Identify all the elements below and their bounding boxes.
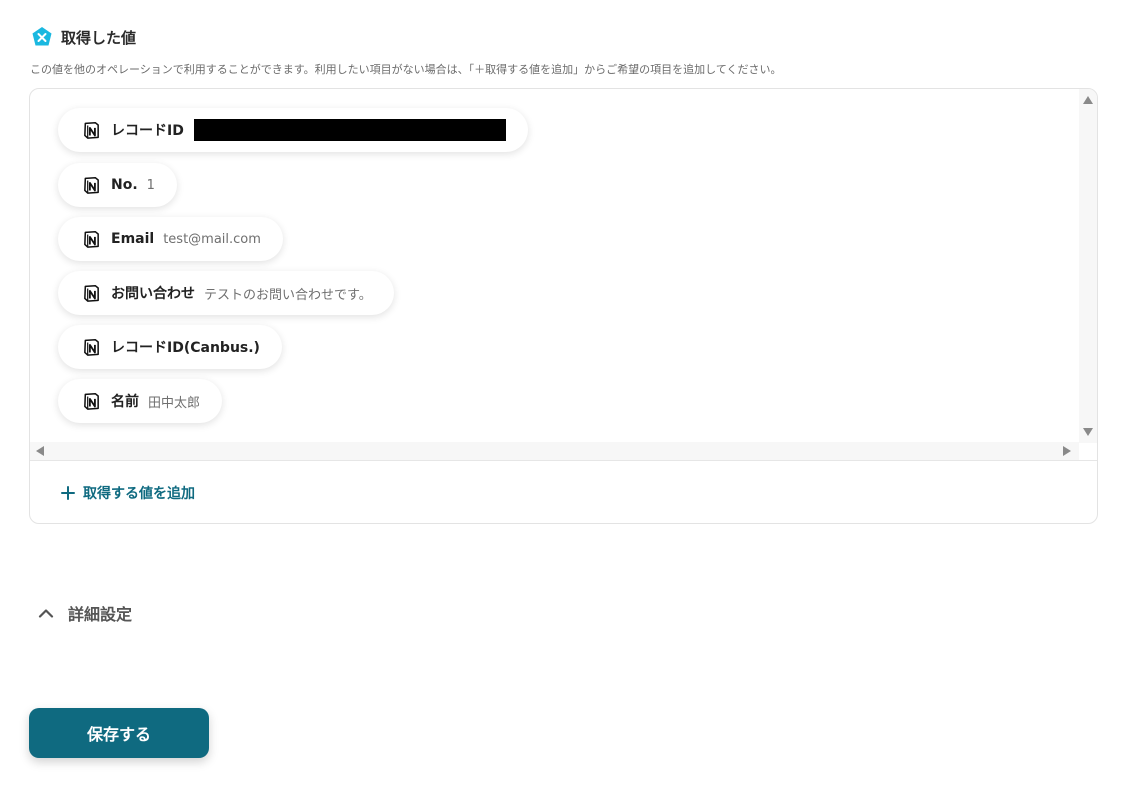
section-header: 取得した値 bbox=[31, 26, 136, 48]
notion-icon bbox=[84, 284, 99, 302]
scroll-left-arrow-icon[interactable] bbox=[33, 444, 47, 458]
advanced-settings-label: 詳細設定 bbox=[68, 605, 133, 624]
scroll-right-arrow-icon[interactable] bbox=[1060, 444, 1074, 458]
notion-icon bbox=[84, 121, 99, 139]
value-text: テストのお問い合わせです。 bbox=[204, 287, 372, 303]
yoom-app-icon bbox=[32, 27, 52, 46]
value-text: test@mail.com bbox=[163, 231, 261, 247]
value-chip-email[interactable]: Email test@mail.com bbox=[58, 217, 283, 261]
value-label: 名前 bbox=[111, 394, 139, 410]
value-chip-inquiry[interactable]: お問い合わせ テストのお問い合わせです。 bbox=[58, 271, 394, 315]
scroll-up-arrow-icon[interactable] bbox=[1081, 93, 1095, 107]
value-chip-record-id[interactable]: レコードID bbox=[58, 108, 528, 152]
value-text: 1 bbox=[146, 177, 155, 193]
value-chip-no[interactable]: No. 1 bbox=[58, 163, 177, 207]
scroll-down-arrow-icon[interactable] bbox=[1081, 425, 1095, 439]
value-text: 田中太郎 bbox=[148, 395, 201, 411]
advanced-settings-toggle[interactable]: 詳細設定 bbox=[38, 601, 132, 625]
values-panel: レコードID No. 1 Email test@mail.com お問い合わせ … bbox=[29, 88, 1098, 524]
value-label: レコードID(Canbus.) bbox=[111, 340, 260, 356]
value-chip-name[interactable]: 名前 田中太郎 bbox=[58, 379, 223, 423]
notion-icon bbox=[84, 176, 99, 194]
redacted-value bbox=[193, 119, 506, 141]
section-description: この値を他のオペレーションで利用することができます。利用したい項目がない場合は、… bbox=[30, 63, 782, 76]
notion-icon bbox=[84, 338, 99, 356]
value-label: お問い合わせ bbox=[111, 286, 195, 302]
plus-icon bbox=[61, 486, 75, 500]
values-scroll-area[interactable]: レコードID No. 1 Email test@mail.com お問い合わせ … bbox=[30, 89, 1097, 461]
notion-icon bbox=[84, 230, 99, 248]
section-title: 取得した値 bbox=[61, 28, 137, 47]
notion-icon bbox=[84, 392, 99, 410]
vertical-scrollbar[interactable] bbox=[1079, 89, 1097, 443]
chevron-up-icon bbox=[38, 609, 54, 618]
value-label: Email bbox=[111, 231, 155, 247]
save-button[interactable]: 保存する bbox=[29, 708, 209, 758]
add-value-button[interactable]: 取得する値を追加 bbox=[61, 483, 195, 503]
horizontal-scrollbar[interactable] bbox=[30, 442, 1079, 460]
value-label: No. bbox=[111, 177, 138, 193]
value-label: レコードID bbox=[111, 123, 184, 139]
add-value-label: 取得する値を追加 bbox=[83, 486, 195, 502]
value-chip-record-id-canbus[interactable]: レコードID(Canbus.) bbox=[58, 325, 282, 369]
